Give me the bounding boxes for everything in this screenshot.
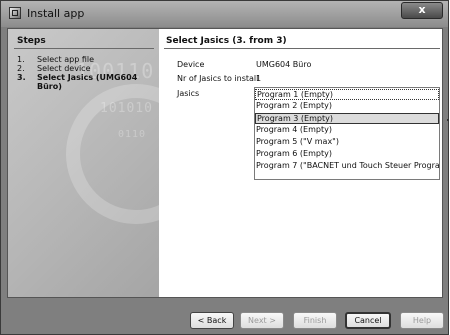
list-item[interactable]: Program 7 ("BACNET und Touch Steuer Prog… [255, 161, 439, 172]
list-item[interactable]: Program 1 (Empty) [255, 89, 439, 100]
watermark-digits: 101010 [100, 101, 153, 116]
step-select-device: 2. Select device [17, 64, 159, 73]
app-icon [9, 7, 21, 19]
finish-button[interactable]: Finish [293, 312, 337, 329]
steps-list: 1. Select app file 2. Select device 3. S… [17, 55, 159, 91]
jasics-count-value: 1 [256, 74, 262, 83]
step-label: Select device [37, 64, 91, 73]
step-label: Select app file [37, 55, 95, 64]
list-item[interactable]: Program 2 (Empty) [255, 101, 439, 112]
main-pane: Select Jasics (3. from 3) Device UMG604 … [159, 29, 442, 297]
title-divider [164, 48, 440, 49]
step-number: 3. [17, 73, 26, 82]
resize-marker [447, 119, 449, 121]
next-button[interactable]: Next > [240, 312, 284, 329]
list-item[interactable]: Program 6 (Empty) [255, 149, 439, 160]
jasics-listbox[interactable]: Program 1 (Empty) Program 2 (Empty) Prog… [254, 87, 440, 180]
page-title: Select Jasics (3. from 3) [166, 36, 287, 46]
title-bar[interactable]: Install app x [1, 1, 448, 27]
watermark-digits: 0110 [118, 129, 147, 140]
wizard-content: 100110 101010 0110 Steps 1. Select app f… [7, 28, 443, 298]
list-item[interactable]: Program 3 (Empty) [255, 113, 439, 124]
list-item[interactable]: Program 4 (Empty) [255, 125, 439, 136]
help-button[interactable]: Help [400, 312, 444, 329]
steps-pane: 100110 101010 0110 Steps 1. Select app f… [8, 29, 159, 297]
back-button[interactable]: < Back [190, 312, 234, 329]
window-title: Install app [27, 7, 85, 20]
step-select-jasics: 3. Select Jasics (UMG604 Büro) [17, 73, 159, 91]
step-number: 2. [17, 64, 25, 73]
jasics-label: Jasics [177, 89, 200, 98]
step-select-app-file: 1. Select app file [17, 55, 159, 64]
steps-divider [14, 48, 154, 49]
jasics-count-label: Nr of Jasics to install [177, 74, 259, 83]
steps-heading: Steps [17, 36, 46, 46]
device-value: UMG604 Büro [256, 60, 312, 69]
close-button[interactable]: x [401, 2, 443, 19]
step-label: Select Jasics (UMG604 Büro) [37, 73, 138, 91]
install-app-window: Install app x 100110 101010 0110 Steps 1… [0, 0, 449, 335]
list-item[interactable]: Program 5 ("V max") [255, 137, 439, 148]
device-label: Device [177, 60, 205, 69]
step-number: 1. [17, 55, 25, 64]
cancel-button[interactable]: Cancel [345, 312, 391, 329]
